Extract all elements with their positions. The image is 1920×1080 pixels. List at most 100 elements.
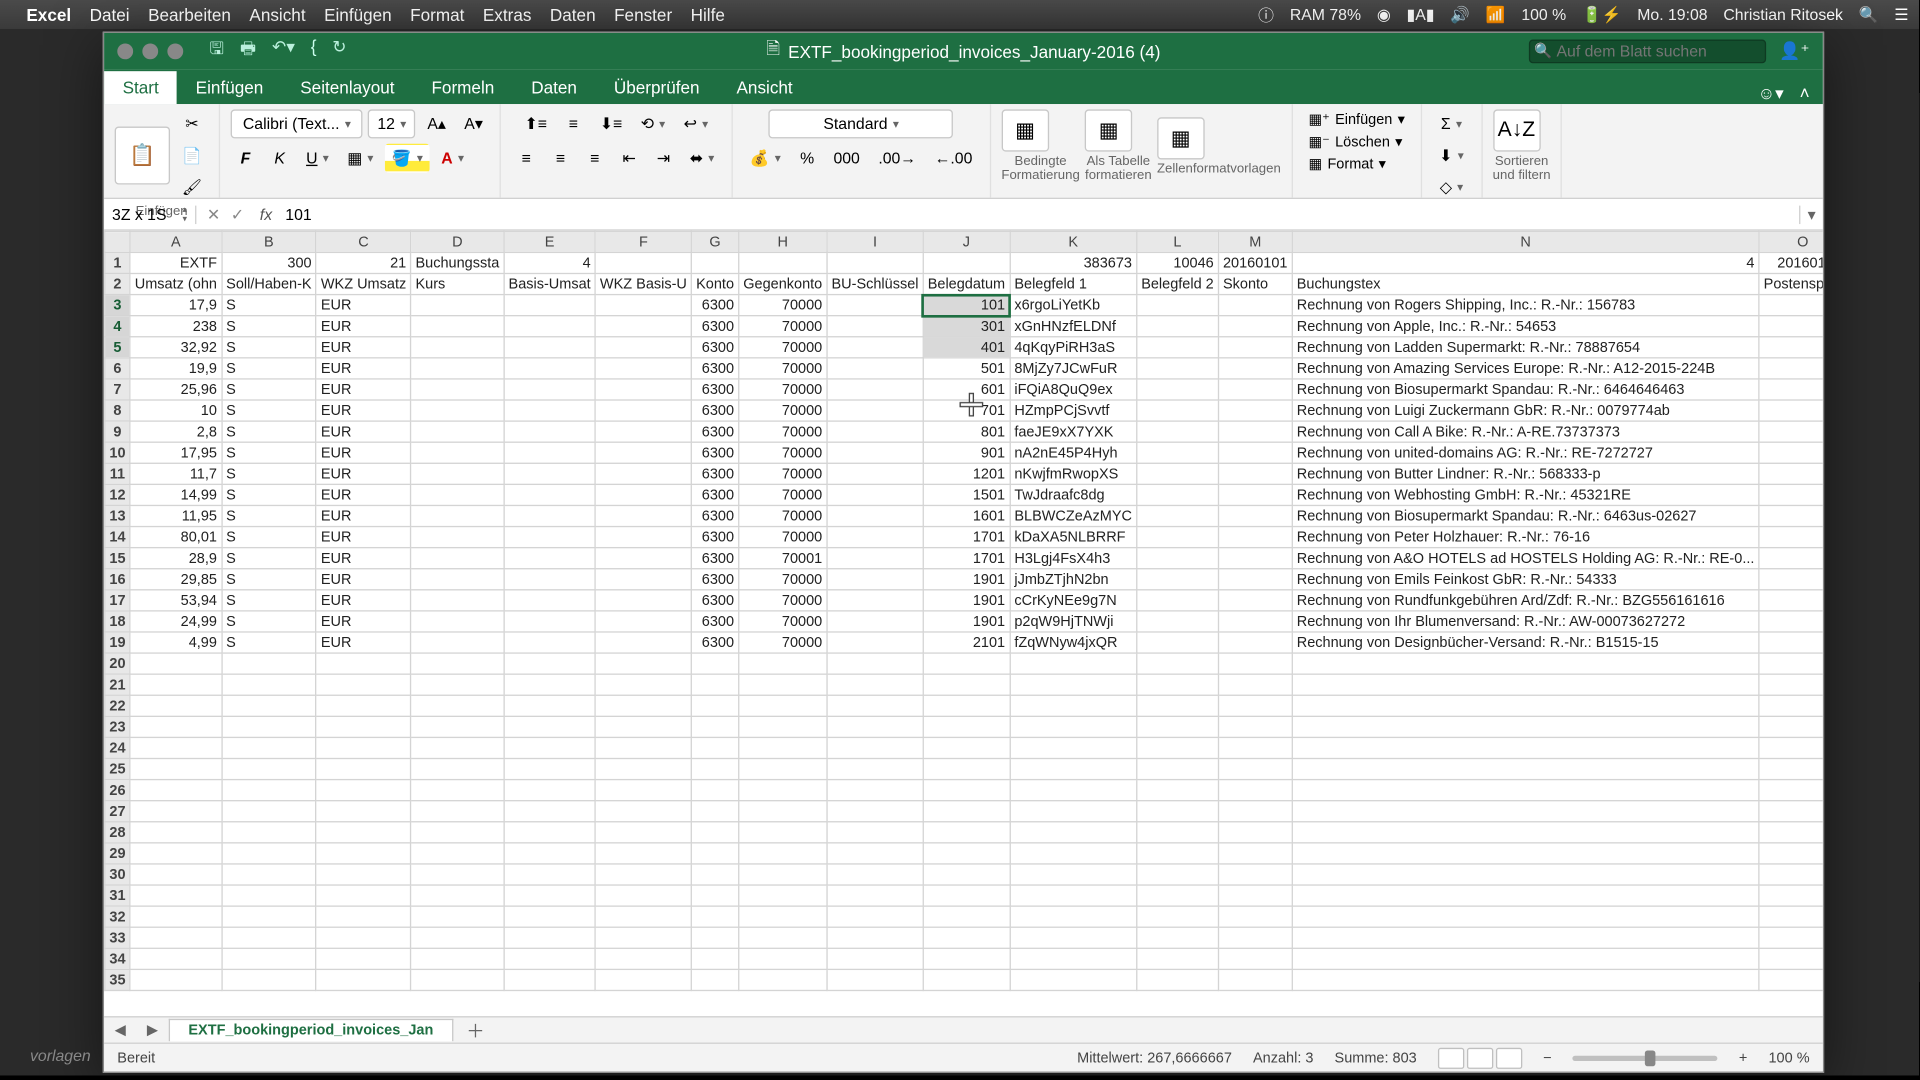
- cell-J33[interactable]: [923, 927, 1010, 948]
- cell-M13[interactable]: [1218, 505, 1292, 526]
- cell-N20[interactable]: [1292, 653, 1759, 674]
- cell-I5[interactable]: [827, 337, 923, 358]
- menu-fenster[interactable]: Fenster: [614, 5, 672, 25]
- row-header-27[interactable]: 27: [105, 801, 130, 822]
- row-header-11[interactable]: 11: [105, 463, 130, 484]
- format-cells-button[interactable]: ▦Format ▾: [1303, 154, 1410, 174]
- cell-D9[interactable]: [411, 421, 504, 442]
- cell-L4[interactable]: [1137, 316, 1219, 337]
- col-header-G[interactable]: G: [692, 231, 739, 252]
- cell-K17[interactable]: cCrKyNEe9g7N: [1010, 590, 1137, 611]
- cell-D30[interactable]: [411, 864, 504, 885]
- cell-O4[interactable]: [1759, 316, 1823, 337]
- cell-N11[interactable]: Rechnung von Butter Lindner: R.-Nr.: 568…: [1292, 463, 1759, 484]
- increase-decimal-icon[interactable]: .00→: [872, 144, 923, 173]
- cell-E19[interactable]: [504, 632, 595, 653]
- cell-K9[interactable]: faeJE9xX7YXK: [1010, 421, 1137, 442]
- cell-K23[interactable]: [1010, 716, 1137, 737]
- col-header-B[interactable]: B: [222, 231, 317, 252]
- cell-F6[interactable]: [595, 358, 691, 379]
- cell-C19[interactable]: EUR: [316, 632, 411, 653]
- cell-A34[interactable]: [130, 948, 221, 969]
- cell-B35[interactable]: [222, 969, 317, 990]
- cell-E33[interactable]: [504, 927, 595, 948]
- cell-G14[interactable]: 6300: [692, 527, 739, 548]
- cell-G22[interactable]: [692, 695, 739, 716]
- undo-icon[interactable]: ↶▾: [272, 37, 295, 66]
- cell-F15[interactable]: [595, 548, 691, 569]
- cell-L20[interactable]: [1137, 653, 1219, 674]
- col-header-I[interactable]: I: [827, 231, 923, 252]
- cell-F9[interactable]: [595, 421, 691, 442]
- menu-ansicht[interactable]: Ansicht: [249, 5, 305, 25]
- cell-O22[interactable]: [1759, 695, 1823, 716]
- cell-D18[interactable]: [411, 611, 504, 632]
- cell-B21[interactable]: [222, 674, 317, 695]
- cell-G13[interactable]: 6300: [692, 505, 739, 526]
- cell-I6[interactable]: [827, 358, 923, 379]
- cell-M27[interactable]: [1218, 801, 1292, 822]
- cell-K2[interactable]: Belegfeld 1: [1010, 273, 1137, 294]
- cell-E26[interactable]: [504, 780, 595, 801]
- cell-M2[interactable]: Skonto: [1218, 273, 1292, 294]
- zoom-window-icon[interactable]: [167, 43, 183, 59]
- cell-D4[interactable]: [411, 316, 504, 337]
- cell-I17[interactable]: [827, 590, 923, 611]
- cell-J8[interactable]: 701: [923, 400, 1010, 421]
- menu-extras[interactable]: Extras: [483, 5, 532, 25]
- cell-N10[interactable]: Rechnung von united-domains AG: R.-Nr.: …: [1292, 442, 1759, 463]
- cell-A25[interactable]: [130, 759, 221, 780]
- cell-H2[interactable]: Gegenkonto: [739, 273, 827, 294]
- cell-C35[interactable]: [316, 969, 411, 990]
- cell-E10[interactable]: [504, 442, 595, 463]
- row-header-34[interactable]: 34: [105, 948, 130, 969]
- cell-F24[interactable]: [595, 737, 691, 758]
- cell-J29[interactable]: [923, 843, 1010, 864]
- cell-C18[interactable]: EUR: [316, 611, 411, 632]
- cell-D1[interactable]: Buchungssta: [411, 252, 504, 273]
- cell-F29[interactable]: [595, 843, 691, 864]
- cell-B5[interactable]: S: [222, 337, 317, 358]
- cell-G17[interactable]: 6300: [692, 590, 739, 611]
- cell-H28[interactable]: [739, 822, 827, 843]
- cell-C24[interactable]: [316, 737, 411, 758]
- cell-G11[interactable]: 6300: [692, 463, 739, 484]
- cell-G10[interactable]: 6300: [692, 442, 739, 463]
- sheet-search-input[interactable]: [1529, 40, 1766, 64]
- wrap-text-icon[interactable]: ↩: [677, 109, 715, 138]
- cell-C13[interactable]: EUR: [316, 505, 411, 526]
- cell-O16[interactable]: [1759, 569, 1823, 590]
- info-icon[interactable]: ⓘ: [1258, 3, 1274, 25]
- cut-icon[interactable]: ✂: [175, 109, 208, 138]
- cell-I34[interactable]: [827, 948, 923, 969]
- cell-G15[interactable]: 6300: [692, 548, 739, 569]
- cell-M19[interactable]: [1218, 632, 1292, 653]
- cell-J11[interactable]: 1201: [923, 463, 1010, 484]
- cell-N32[interactable]: [1292, 906, 1759, 927]
- cell-J22[interactable]: [923, 695, 1010, 716]
- zoom-in-icon[interactable]: +: [1739, 1050, 1747, 1066]
- cell-N7[interactable]: Rechnung von Biosupermarkt Spandau: R.-N…: [1292, 379, 1759, 400]
- cell-D34[interactable]: [411, 948, 504, 969]
- cell-K16[interactable]: jJmbZTjhN2bn: [1010, 569, 1137, 590]
- cell-M4[interactable]: [1218, 316, 1292, 337]
- cell-G1[interactable]: [692, 252, 739, 273]
- cell-B27[interactable]: [222, 801, 317, 822]
- cell-C21[interactable]: [316, 674, 411, 695]
- cell-A29[interactable]: [130, 843, 221, 864]
- cell-D6[interactable]: [411, 358, 504, 379]
- cell-C16[interactable]: EUR: [316, 569, 411, 590]
- row-header-15[interactable]: 15: [105, 548, 130, 569]
- cell-O5[interactable]: [1759, 337, 1823, 358]
- cell-G27[interactable]: [692, 801, 739, 822]
- col-header-F[interactable]: F: [595, 231, 691, 252]
- row-header-1[interactable]: 1: [105, 252, 130, 273]
- cell-K31[interactable]: [1010, 885, 1137, 906]
- cell-E23[interactable]: [504, 716, 595, 737]
- cell-K3[interactable]: x6rgoLiYetKb: [1010, 295, 1137, 316]
- cell-J9[interactable]: 801: [923, 421, 1010, 442]
- cell-L9[interactable]: [1137, 421, 1219, 442]
- cell-I12[interactable]: [827, 484, 923, 505]
- cell-F30[interactable]: [595, 864, 691, 885]
- cell-H34[interactable]: [739, 948, 827, 969]
